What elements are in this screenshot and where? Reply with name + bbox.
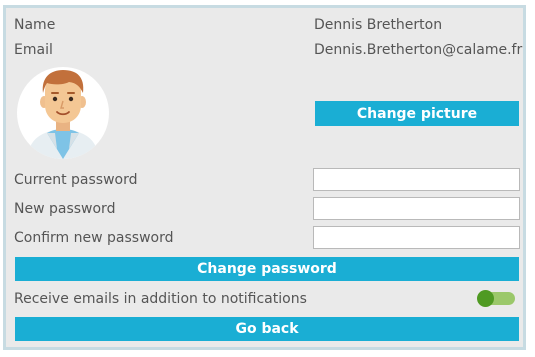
toggle-knob bbox=[477, 290, 494, 307]
new-password-input[interactable] bbox=[313, 197, 520, 220]
go-back-button[interactable]: Go back bbox=[15, 317, 519, 341]
current-password-input[interactable] bbox=[313, 168, 520, 191]
change-picture-button[interactable]: Change picture bbox=[315, 101, 519, 126]
receive-emails-label: Receive emails in addition to notificati… bbox=[14, 291, 307, 307]
change-password-button[interactable]: Change password bbox=[15, 257, 519, 281]
new-password-label: New password bbox=[14, 201, 116, 217]
avatar-person-icon bbox=[27, 70, 99, 159]
name-label: Name bbox=[14, 17, 56, 33]
email-label: Email bbox=[14, 42, 53, 58]
window-top-edge bbox=[0, 0, 535, 4]
confirm-password-input[interactable] bbox=[313, 226, 520, 249]
avatar bbox=[17, 67, 109, 159]
receive-emails-toggle[interactable] bbox=[477, 290, 515, 307]
current-password-label: Current password bbox=[14, 172, 138, 188]
name-value: Dennis Bretherton bbox=[314, 17, 443, 33]
confirm-password-label: Confirm new password bbox=[14, 230, 174, 246]
email-value: Dennis.Bretherton@calame.fr bbox=[314, 42, 523, 58]
